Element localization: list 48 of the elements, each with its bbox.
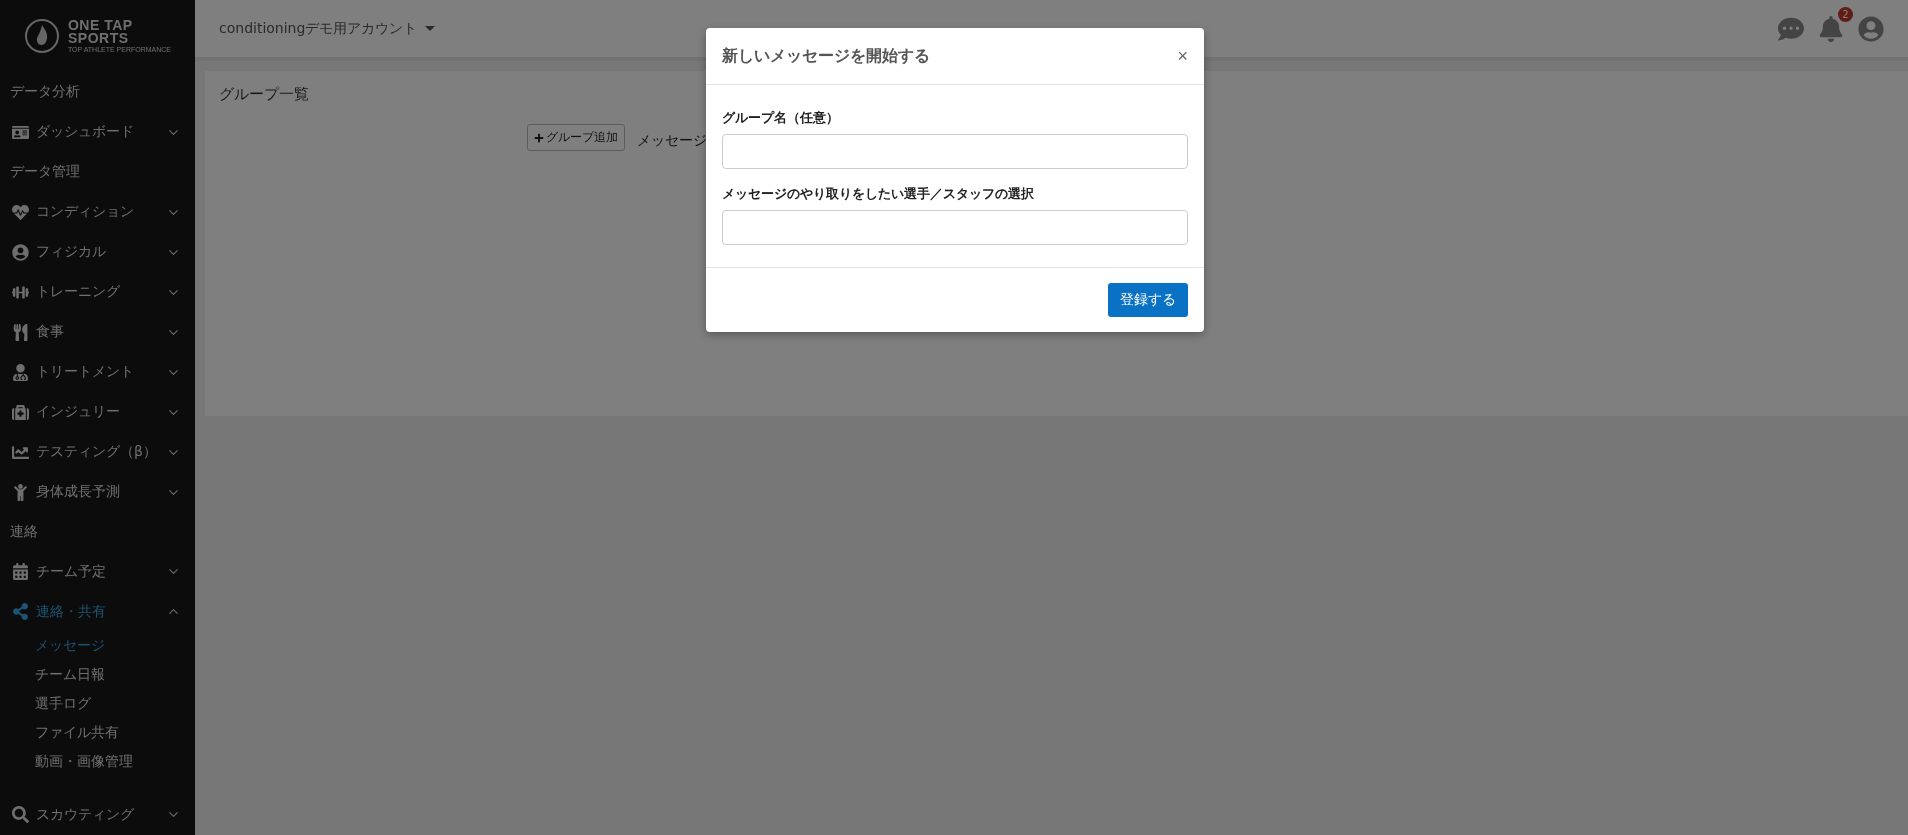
sidebar-subitem[interactable]: 動画・画像管理 — [0, 747, 195, 777]
sidebar-item[interactable]: テスティング（β） — [0, 432, 195, 472]
bell-icon[interactable] — [1818, 15, 1844, 42]
logo-text: ONE TAP — [67, 18, 134, 32]
sidebar-item[interactable]: トリートメント — [0, 352, 195, 393]
modal-title: 新しいメッセージを開始する — [722, 45, 931, 67]
menu-icon — [10, 603, 30, 621]
sidebar-section-heading: 連絡 — [9, 522, 39, 541]
input-field[interactable] — [722, 134, 1188, 169]
sidebar-section-heading: データ分析 — [9, 82, 81, 102]
sidebar-subitem[interactable]: チーム日報 — [0, 660, 195, 690]
sidebar-item[interactable]: フィジカル — [0, 232, 195, 273]
sidebar-item[interactable]: 食事 — [0, 312, 195, 353]
user-avatar-icon[interactable] — [1858, 15, 1884, 42]
sidebar-item[interactable]: チーム予定 — [0, 552, 195, 592]
menu-icon — [10, 806, 30, 824]
panel-title: グループ一覧 — [219, 85, 310, 104]
sidebar-item[interactable]: 連絡・共有 — [0, 591, 195, 632]
menu-icon — [10, 123, 30, 141]
panel-text: メッセージ — [637, 131, 707, 150]
sidebar-subitem[interactable]: ファイル共有 — [0, 718, 195, 748]
menu-icon — [10, 243, 30, 261]
logo-icon — [23, 18, 60, 55]
sidebar-item[interactable]: ダッシュボード — [0, 112, 195, 153]
submit-button[interactable]: 登録する — [1108, 283, 1188, 317]
menu-icon — [10, 443, 30, 461]
chat-icon[interactable] — [1778, 15, 1804, 42]
menu-icon — [10, 563, 30, 581]
sidebar-item[interactable]: スカウティング — [0, 794, 195, 835]
input-field[interactable] — [722, 210, 1188, 245]
sidebar-section-heading: データ管理 — [9, 162, 81, 182]
plus-icon — [534, 132, 544, 143]
sidebar-subitem[interactable]: 選手ログ — [0, 689, 195, 719]
field-label: メッセージのやり取りをしたい選手／スタッフの選択 — [722, 185, 1035, 203]
menu-icon — [10, 203, 30, 221]
sidebar-item[interactable]: トレーニング — [0, 272, 195, 313]
sidebar-item[interactable]: 身体成長予測 — [0, 472, 195, 512]
account-dropdown[interactable]: conditioningデモ用アカウント — [219, 19, 1778, 38]
close-button[interactable]: × — [1177, 45, 1188, 67]
notification-badge: 2 — [1838, 6, 1853, 22]
sidebar-item[interactable]: インジュリー — [0, 392, 195, 433]
add-group-button[interactable]: グループ追加 — [527, 124, 625, 151]
sidebar-subitem[interactable]: メッセージ — [0, 631, 195, 661]
logo-text: SPORTS — [67, 31, 129, 45]
sidebar-item[interactable]: コンディション — [0, 192, 195, 233]
menu-icon — [10, 403, 30, 421]
field-label: グループ名（任意） — [722, 109, 840, 127]
menu-icon — [10, 363, 30, 381]
